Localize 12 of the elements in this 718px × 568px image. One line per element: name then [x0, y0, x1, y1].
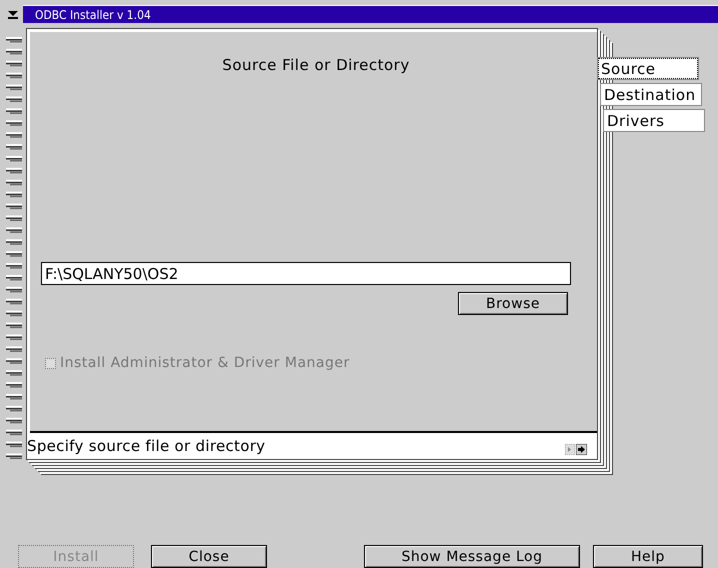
page-heading: Source File or Directory: [222, 56, 410, 74]
status-text: Specify source file or directory: [27, 437, 266, 455]
path-input-field[interactable]: F:\SQLANY50\OS2: [41, 262, 571, 285]
notebook-tab[interactable]: Drivers: [603, 109, 705, 132]
dialog-button[interactable]: Show Message Log: [364, 545, 580, 568]
notebook-tab[interactable]: Source: [597, 57, 699, 80]
notebook-tab[interactable]: Destination: [600, 83, 702, 106]
window-title: ODBC Installer v 1.04: [35, 8, 151, 22]
browse-button[interactable]: Browse: [458, 292, 568, 315]
dialog-button[interactable]: Close: [151, 545, 267, 568]
next-page-icon[interactable]: [576, 444, 587, 454]
dialog-button[interactable]: Help: [593, 545, 703, 568]
